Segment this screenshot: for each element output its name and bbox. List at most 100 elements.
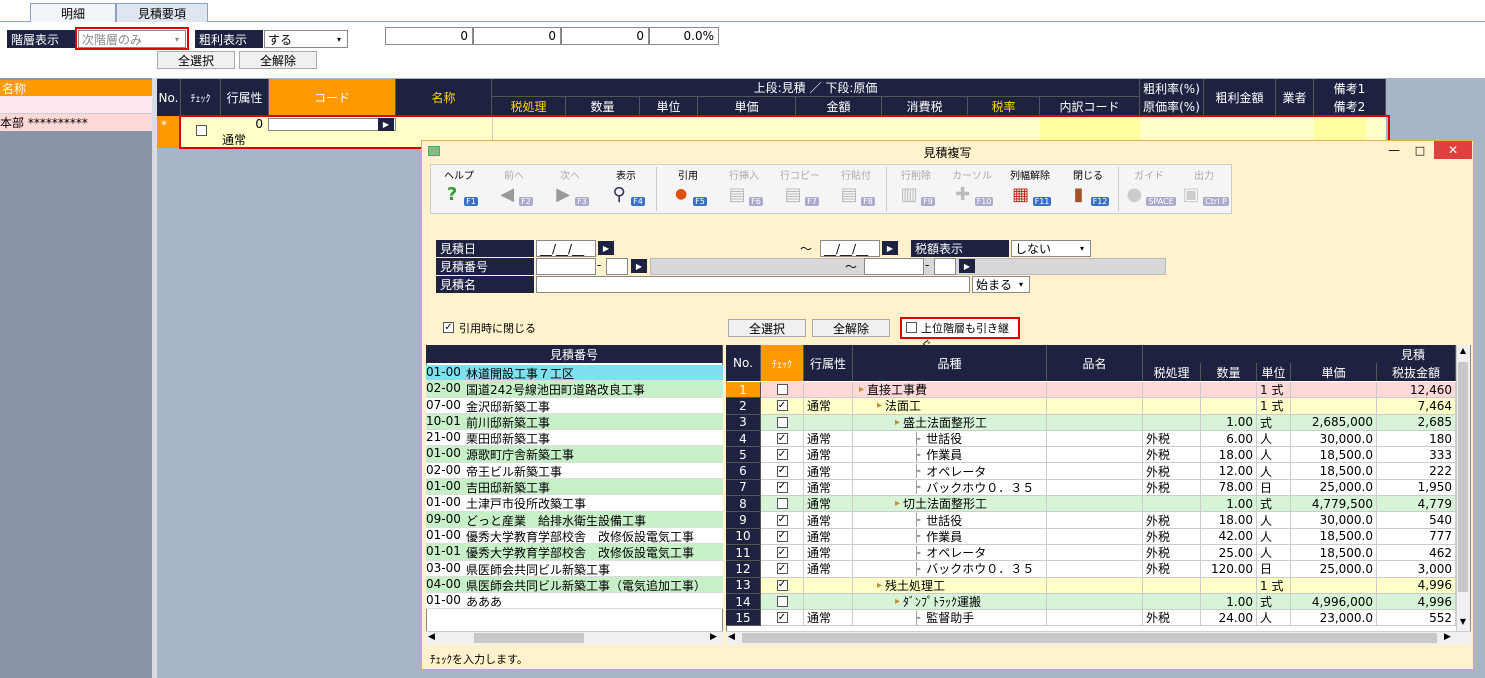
- row-checkbox[interactable]: ✓: [776, 400, 788, 412]
- scroll-right-icon[interactable]: ▶: [710, 632, 720, 644]
- list-item[interactable]: 03-00 県医師会共同ビル新築工事: [426, 560, 723, 577]
- list-item[interactable]: 01-00 優秀大学教育学部校舎 改修仮設電気工事: [426, 527, 723, 545]
- lookup-arrow-icon[interactable]: ▶: [631, 259, 647, 273]
- delete-row-button[interactable]: 行削除 ▥ F9: [890, 167, 942, 211]
- col-check[interactable]: ﾁｪｯｸ: [761, 345, 804, 381]
- row-checkbox[interactable]: ✓: [776, 530, 788, 542]
- list-item[interactable]: 07-00 金沢邸新築工事: [426, 397, 723, 414]
- row-checkbox[interactable]: [776, 416, 788, 428]
- table-row[interactable]: 11 ✓ 通常 ┝ オペレータ 外税 25.00 人 18,500.0 462: [726, 544, 1456, 562]
- close-on-quote-checkbox[interactable]: ✓: [443, 322, 454, 333]
- row-check-cell[interactable]: ✓: [761, 463, 804, 480]
- next-button[interactable]: 次へ ▶ F3: [544, 167, 596, 211]
- list-item[interactable]: 02-00 国道242号線池田町道路改良工事: [426, 381, 723, 398]
- row-check-cell[interactable]: ✓: [761, 512, 804, 529]
- row-check-cell[interactable]: ✓: [761, 479, 804, 497]
- dialog-select-all-button[interactable]: 全選択: [728, 319, 806, 337]
- list-item[interactable]: 01-00 源歌町庁舎新築工事: [426, 446, 723, 463]
- row-check-cell[interactable]: [761, 414, 804, 431]
- scroll-thumb[interactable]: [1458, 362, 1468, 592]
- row-checkbox[interactable]: ✓: [776, 465, 788, 477]
- table-row[interactable]: 6 ✓ 通常 ┝ オペレータ 外税 12.00 人 18,500.0 222: [726, 463, 1456, 480]
- row-check-cell[interactable]: ✓: [761, 398, 804, 415]
- list-item[interactable]: 21-00 栗田邸新築工事: [426, 430, 723, 447]
- table-row[interactable]: 13 ✓ ▸ 残土処理工 1 式 4,996: [726, 577, 1456, 594]
- col-code[interactable]: コード: [269, 79, 396, 116]
- table-row[interactable]: 1 ▸ 直接工事費 1 式 12,460: [726, 382, 1456, 399]
- row-checkbox[interactable]: [776, 498, 788, 510]
- prev-button[interactable]: 前へ ◀ F2: [488, 167, 540, 211]
- scroll-up-icon[interactable]: ▲: [1457, 346, 1469, 358]
- row-check-cell[interactable]: ✓: [761, 577, 804, 594]
- row-check-cell[interactable]: [761, 593, 804, 611]
- list-item[interactable]: 01-00 林道開設工事７工区: [426, 365, 723, 382]
- calendar-arrow-icon[interactable]: ▶: [598, 241, 614, 255]
- table-row[interactable]: 10 ✓ 通常 ┝ 作業員 外税 42.00 人 18,500.0 777: [726, 528, 1456, 545]
- minimize-icon[interactable]: —: [1382, 141, 1406, 159]
- table-row[interactable]: 14 ▸ ﾀﾞﾝﾌﾟﾄﾗｯｸ運搬 1.00 式 4,996,000 4,996: [726, 593, 1456, 611]
- list-item[interactable]: 01-00 あああ: [426, 593, 723, 610]
- maximize-icon[interactable]: □: [1408, 141, 1432, 159]
- table-row[interactable]: 9 ✓ 通常 ┝ 世話役 外税 18.00 人 30,000.0 540: [726, 512, 1456, 529]
- list-item[interactable]: 02-00 帝王ビル新築工事: [426, 462, 723, 480]
- copy-row-button[interactable]: 行コピー ▤ F7: [774, 167, 826, 211]
- inherit-checkbox[interactable]: [906, 322, 917, 333]
- date-from-input[interactable]: __/__/__: [536, 240, 596, 257]
- left-panel-row[interactable]: 本部 **********: [0, 114, 152, 131]
- row-checkbox[interactable]: ✓: [776, 449, 788, 461]
- list-item[interactable]: 01-00 吉田邸新築工事: [426, 479, 723, 496]
- number-to-input[interactable]: [864, 258, 924, 275]
- quote-button[interactable]: 引用 ● F5: [662, 167, 714, 211]
- paste-row-button[interactable]: 行貼付 ▤ F8: [830, 167, 882, 211]
- help-button[interactable]: ヘルプ? F1: [436, 167, 482, 211]
- folder-icon[interactable]: ▸: [895, 498, 900, 509]
- folder-icon[interactable]: ▸: [859, 384, 864, 395]
- list-item[interactable]: 10-01 前川邸新築工事: [426, 413, 723, 431]
- close-button[interactable]: 閉じる ▮ F12: [1062, 167, 1114, 211]
- number-to-branch[interactable]: [934, 258, 956, 275]
- folder-icon[interactable]: ▸: [877, 580, 882, 591]
- row-checkbox[interactable]: [776, 596, 788, 607]
- row-check-cell[interactable]: ✓: [761, 447, 804, 464]
- row-checkbox[interactable]: ✓: [776, 481, 788, 493]
- row-check-cell[interactable]: ✓: [761, 561, 804, 578]
- match-select[interactable]: 始まる ▾: [972, 276, 1030, 293]
- tab-estimate-terms[interactable]: 見積要項: [116, 3, 208, 22]
- folder-icon[interactable]: ▸: [895, 596, 900, 607]
- list-item[interactable]: 01-00 土津戸市役所改築工事: [426, 495, 723, 512]
- left-panel-row[interactable]: [0, 96, 152, 114]
- list-item[interactable]: 04-00 県医師会共同ビル新築工事（電気追加工事）: [426, 576, 723, 594]
- gross-select[interactable]: する ▾: [264, 30, 348, 48]
- table-row[interactable]: 12 ✓ 通常 ┝ バックホウ０．３５ 外税 120.00 日 25,000.0 3,000: [726, 561, 1456, 578]
- folder-icon[interactable]: ▸: [877, 400, 882, 411]
- row-check-cell[interactable]: ✓: [761, 528, 804, 545]
- scroll-thumb[interactable]: [742, 633, 1437, 643]
- hier-select[interactable]: 次階層のみ ▾: [78, 30, 186, 48]
- display-button[interactable]: 表示 ⚲ F4: [600, 167, 652, 211]
- number-from-input[interactable]: [536, 258, 596, 275]
- row-check-cell[interactable]: [761, 382, 804, 399]
- insert-row-button[interactable]: 行挿入 ▤ F6: [718, 167, 770, 211]
- scroll-down-icon[interactable]: ▼: [1457, 617, 1469, 629]
- dialog-deselect-all-button[interactable]: 全解除: [812, 319, 890, 337]
- cursor-button[interactable]: カーソル ✚ F10: [946, 167, 998, 211]
- name-input[interactable]: [536, 276, 970, 293]
- guide-button[interactable]: ガイド ● SPACE: [1122, 167, 1176, 211]
- scroll-right-icon[interactable]: ▶: [1444, 632, 1454, 644]
- select-all-button[interactable]: 全選択: [157, 51, 235, 69]
- row-checkbox[interactable]: ✓: [776, 612, 788, 624]
- row-checkbox[interactable]: ✓: [776, 433, 788, 445]
- row-checkbox[interactable]: [776, 384, 788, 396]
- table-row[interactable]: 4 ✓ 通常 ┝ 世話役 外税 6.00 人 30,000.0 180: [726, 430, 1456, 448]
- scroll-thumb[interactable]: [474, 633, 584, 643]
- close-icon[interactable]: ✕: [1434, 141, 1472, 159]
- tax-display-select[interactable]: しない ▾: [1011, 240, 1091, 257]
- column-width-button[interactable]: 列幅解除 ▦ F11: [1002, 167, 1058, 211]
- row-checkbox[interactable]: ✓: [776, 547, 788, 559]
- row-check-cell[interactable]: [761, 496, 804, 513]
- lookup-arrow-icon[interactable]: ▶: [959, 259, 975, 273]
- scroll-left-icon[interactable]: ◀: [428, 632, 438, 644]
- table-row[interactable]: 7 ✓ 通常 ┝ バックホウ０．３５ 外税 78.00 日 25,000.0 1,950: [726, 479, 1456, 497]
- row-checkbox[interactable]: ✓: [776, 579, 788, 591]
- scroll-left-icon[interactable]: ◀: [728, 632, 738, 644]
